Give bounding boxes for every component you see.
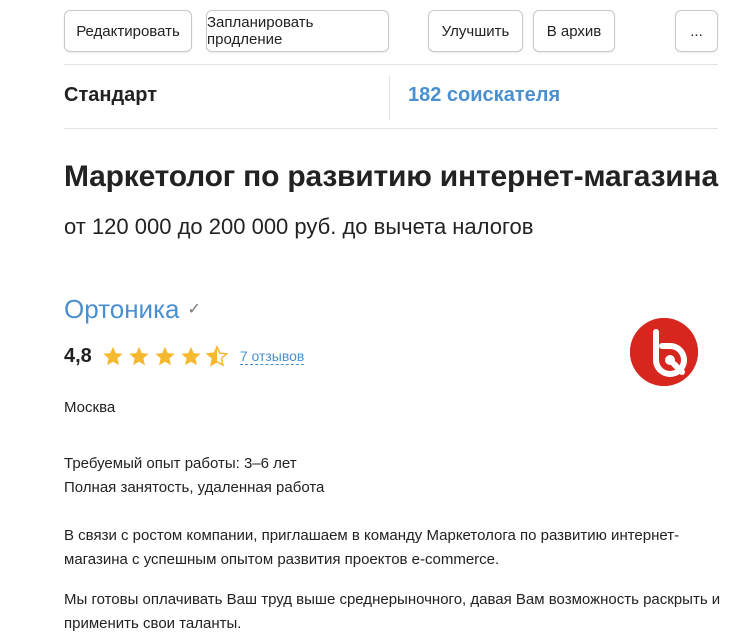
star-icon xyxy=(103,346,123,366)
check-icon: ✓ xyxy=(187,301,201,318)
applicants-link[interactable]: 182 соискателя xyxy=(408,84,560,107)
city-text: Москва xyxy=(64,399,116,416)
salary-text: от 120 000 до 200 000 руб. до вычета нал… xyxy=(64,214,534,239)
star-icon xyxy=(129,346,149,366)
employment-text: Полная занятость, удаленная работа xyxy=(64,479,325,496)
description-paragraph: магазина с успешным опытом развития прое… xyxy=(64,551,500,568)
star-icon xyxy=(155,346,175,366)
star-icon xyxy=(181,346,201,366)
edit-button[interactable]: Редактировать xyxy=(64,10,192,52)
plan-label: Стандарт xyxy=(64,84,158,106)
description-paragraph: В связи с ростом компании, приглашаем в … xyxy=(64,527,680,544)
rating-stars xyxy=(102,345,228,367)
rating-row: 4,8 7 отзывов xyxy=(64,342,305,370)
archive-button[interactable]: В архив xyxy=(533,10,615,52)
divider xyxy=(64,128,718,129)
divider xyxy=(389,76,390,120)
more-button[interactable]: ... xyxy=(675,10,718,52)
divider xyxy=(64,64,718,65)
description-paragraph: применить свои таланты. xyxy=(64,615,242,632)
company-logo[interactable] xyxy=(630,318,698,386)
description-paragraph: Мы готовы оплачивать Ваш труд выше средн… xyxy=(64,591,721,608)
schedule-renewal-button[interactable]: Запланировать продление xyxy=(206,10,389,52)
improve-button[interactable]: Улучшить xyxy=(428,10,523,52)
company-name-link[interactable]: Ортоника xyxy=(64,294,179,325)
rating-value: 4,8 xyxy=(64,344,92,367)
status-row: Стандарт 182 соискателя xyxy=(64,76,718,120)
company-logo-icon xyxy=(630,318,698,386)
experience-text: Требуемый опыт работы: 3–6 лет xyxy=(64,455,297,472)
vacancy-title: Маркетолог по развитию интернет-магазина xyxy=(64,160,718,193)
reviews-link[interactable]: 7 отзывов xyxy=(239,348,305,365)
company-row: Ортоника ✓ xyxy=(64,294,201,324)
star-half-icon xyxy=(205,345,228,367)
toolbar: Редактировать Запланировать продление Ул… xyxy=(64,10,718,54)
